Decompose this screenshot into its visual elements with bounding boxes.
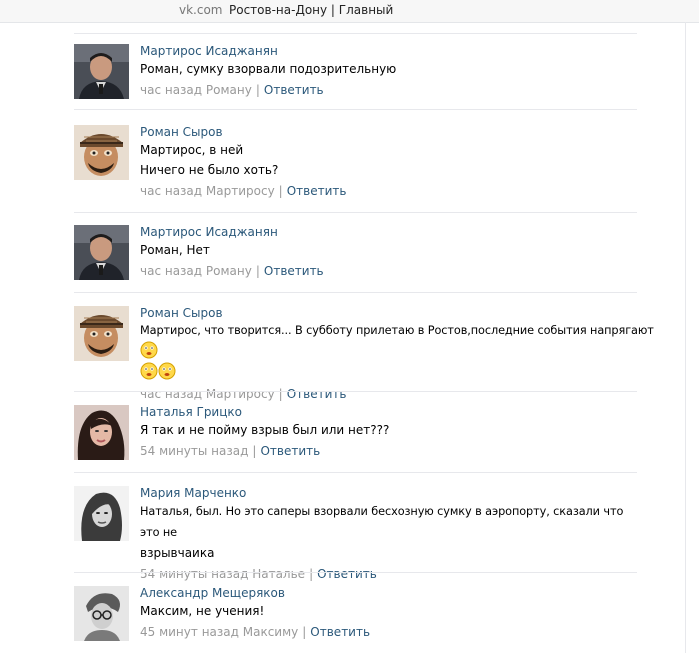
comment-time[interactable]: час назад Роману [140, 83, 252, 97]
reply-link[interactable]: Ответить [317, 567, 377, 581]
reply-link[interactable]: Ответить [264, 83, 324, 97]
comment-text: Роман, сумку взорвали подозрительную [140, 62, 397, 76]
reply-link[interactable]: Ответить [310, 625, 370, 639]
comment-author-link[interactable]: Мартирос Исаджанян [140, 44, 637, 58]
comment: Мартирос Исаджанян Роман, сумку взорвали… [74, 44, 637, 110]
comment-text: Наталья, был. Но это саперы взорвали бес… [140, 505, 624, 560]
smile-emoji-icon [140, 341, 158, 359]
divider [74, 212, 637, 213]
avatar[interactable] [74, 586, 129, 641]
comment: Роман Сыров Мартирос, что творится... В … [74, 306, 654, 401]
comment-time[interactable]: 45 минут назад Максиму [140, 625, 298, 639]
comment-author-link[interactable]: Александр Мещеряков [140, 586, 637, 600]
comment-text: Роман, Нет [140, 243, 210, 257]
reply-link[interactable]: Ответить [287, 387, 347, 401]
avatar[interactable] [74, 225, 129, 280]
comment-meta: час назад Роману | Ответить [140, 264, 324, 278]
page-title: Ростов-на-Дону | Главный [229, 3, 394, 17]
comment-meta: час назад Мартиросу | Ответить [140, 387, 347, 401]
divider [74, 292, 637, 293]
comment-time[interactable]: 54 минуты назад [140, 444, 248, 458]
comment: Мария Марченко Наталья, был. Но это сапе… [74, 486, 637, 581]
browser-domain: vk.com [179, 3, 223, 17]
reply-link[interactable]: Ответить [260, 444, 320, 458]
comment-time[interactable]: час назад Мартиросу [140, 387, 275, 401]
divider [74, 109, 637, 110]
comment-time[interactable]: час назад Роману [140, 264, 252, 278]
comment-text: Мартирос, в ней Ничего не было хоть? [140, 143, 279, 177]
reply-link[interactable]: Ответить [264, 264, 324, 278]
comment-text: Мартирос, что творится... В субботу прил… [140, 321, 667, 383]
comment-author-link[interactable]: Роман Сыров [140, 306, 667, 320]
smile-emoji-icon [140, 362, 158, 380]
comment-author-link[interactable]: Наталья Грицко [140, 405, 637, 419]
avatar[interactable] [74, 486, 129, 541]
smile-emoji-icon [158, 362, 176, 380]
comment-author-link[interactable]: Мария Марченко [140, 486, 637, 500]
page-right-border [685, 22, 686, 653]
comment-author-link[interactable]: Роман Сыров [140, 125, 637, 139]
browser-title-bar: vk.com Ростов-на-Дону | Главный [0, 0, 699, 23]
comment-text: Максим, не учения! [140, 604, 265, 618]
comment: Мартирос Исаджанян Роман, Нет час назад … [74, 225, 637, 293]
comment: Наталья Грицко Я так и не пойму взрыв бы… [74, 405, 637, 473]
comment-meta: 54 минуты назад | Ответить [140, 444, 321, 458]
divider [74, 33, 637, 34]
avatar[interactable] [74, 44, 129, 99]
divider [74, 572, 637, 573]
avatar[interactable] [74, 306, 129, 361]
comment-meta: 54 минуты назад Наталье | Ответить [140, 567, 377, 581]
comment-meta: час назад Мартиросу | Ответить [140, 184, 347, 198]
avatar[interactable] [74, 125, 129, 180]
comment-time[interactable]: час назад Мартиросу [140, 184, 275, 198]
comment-meta: 45 минут назад Максиму | Ответить [140, 625, 371, 639]
avatar[interactable] [74, 405, 129, 460]
divider [74, 391, 637, 392]
reply-link[interactable]: Ответить [287, 184, 347, 198]
comment-meta: час назад Роману | Ответить [140, 83, 324, 97]
comment-author-link[interactable]: Мартирос Исаджанян [140, 225, 637, 239]
comment-time[interactable]: 54 минуты назад Наталье [140, 567, 305, 581]
comment-text: Я так и не пойму взрыв был или нет??? [140, 423, 390, 437]
comment: Александр Мещеряков Максим, не учения! 4… [74, 586, 637, 653]
divider [74, 472, 637, 473]
comment: Роман Сыров Мартирос, в ней Ничего не был… [74, 125, 637, 213]
